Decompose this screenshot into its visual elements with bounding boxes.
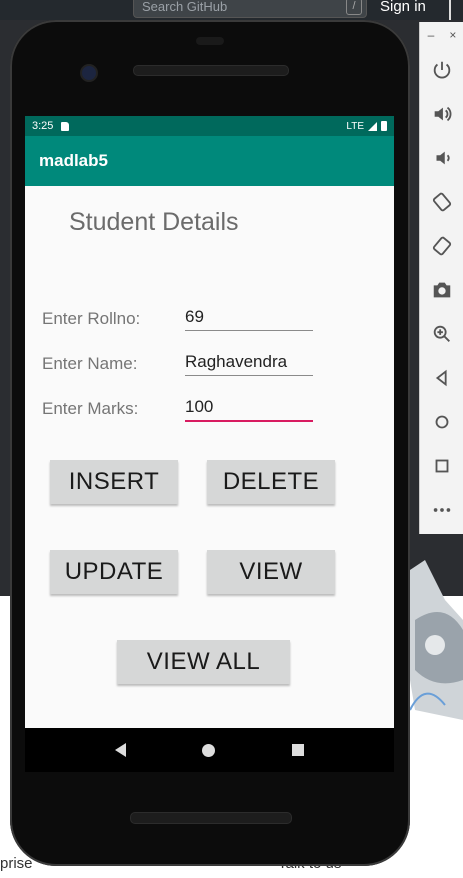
- name-label: Enter Name:: [42, 354, 138, 373]
- emulator-back-button[interactable]: [420, 356, 463, 400]
- back-icon: [435, 369, 447, 387]
- volume-down-icon: [436, 151, 450, 165]
- nav-back-icon[interactable]: [115, 743, 127, 757]
- more-button[interactable]: [420, 488, 463, 532]
- webpage-text-left: prise: [0, 855, 33, 872]
- app-bar: madlab5: [25, 136, 394, 186]
- rotate-right-icon: [432, 236, 452, 256]
- webpage-illustration: [405, 560, 463, 720]
- power-button[interactable]: [420, 48, 463, 92]
- front-camera: [80, 64, 98, 82]
- camera-icon: [433, 282, 451, 298]
- top-speaker: [133, 65, 289, 76]
- phone-screen: 3:25 LTE madlab5 Student Details Enter R…: [25, 116, 394, 728]
- power-icon: [433, 61, 451, 79]
- update-button[interactable]: UPDATE: [50, 550, 178, 594]
- signal-icon: [368, 121, 377, 131]
- view-button[interactable]: VIEW: [207, 550, 335, 594]
- rollno-label: Enter Rollno:: [42, 309, 141, 328]
- app-title: madlab5: [39, 151, 108, 170]
- nav-recents-icon[interactable]: [291, 744, 304, 756]
- emulator-home-button[interactable]: [420, 400, 463, 444]
- delete-button[interactable]: DELETE: [207, 460, 335, 504]
- volume-up-button[interactable]: [420, 92, 463, 136]
- search-shortcut-badge: /: [346, 0, 362, 15]
- screenshot-button[interactable]: [420, 268, 463, 312]
- volume-up-icon: [434, 106, 452, 122]
- marks-field[interactable]: 100: [185, 394, 313, 422]
- rollno-field[interactable]: 69: [185, 304, 313, 331]
- overview-icon: [435, 459, 449, 473]
- status-bar: 3:25 LTE: [25, 116, 394, 136]
- phone-frame: 3:25 LTE madlab5 Student Details Enter R…: [10, 20, 410, 866]
- insert-button[interactable]: INSERT: [50, 460, 178, 504]
- navigation-bar: [25, 728, 394, 772]
- sd-card-icon: [61, 121, 70, 131]
- close-button[interactable]: ×: [449, 28, 456, 42]
- emulator-overview-button[interactable]: [420, 444, 463, 488]
- more-icon: [433, 508, 451, 512]
- rotate-right-button[interactable]: [420, 224, 463, 268]
- github-search-placeholder: Search GitHub: [142, 0, 228, 14]
- rotate-left-button[interactable]: [420, 180, 463, 224]
- bottom-speaker: [130, 812, 292, 824]
- signin-link[interactable]: Sign in: [380, 0, 426, 18]
- status-time: 3:25: [32, 120, 54, 132]
- view-all-button[interactable]: VIEW ALL: [117, 640, 290, 684]
- name-field[interactable]: Raghavendra: [185, 349, 313, 376]
- home-icon: [435, 415, 449, 429]
- volume-down-button[interactable]: [420, 136, 463, 180]
- battery-icon: [381, 121, 387, 131]
- rotate-left-icon: [432, 192, 452, 212]
- github-search-input[interactable]: Search GitHub /: [133, 0, 367, 18]
- page-title: Student Details: [69, 208, 239, 236]
- network-type: LTE: [346, 120, 364, 132]
- header-divider: [449, 0, 451, 20]
- phone-notch: [196, 37, 224, 45]
- minimize-button[interactable]: –: [428, 28, 435, 42]
- nav-home-icon[interactable]: [202, 743, 216, 757]
- zoom-icon: [433, 325, 450, 342]
- zoom-button[interactable]: [420, 312, 463, 356]
- emulator-toolbar: – ×: [419, 22, 463, 534]
- marks-label: Enter Marks:: [42, 399, 139, 418]
